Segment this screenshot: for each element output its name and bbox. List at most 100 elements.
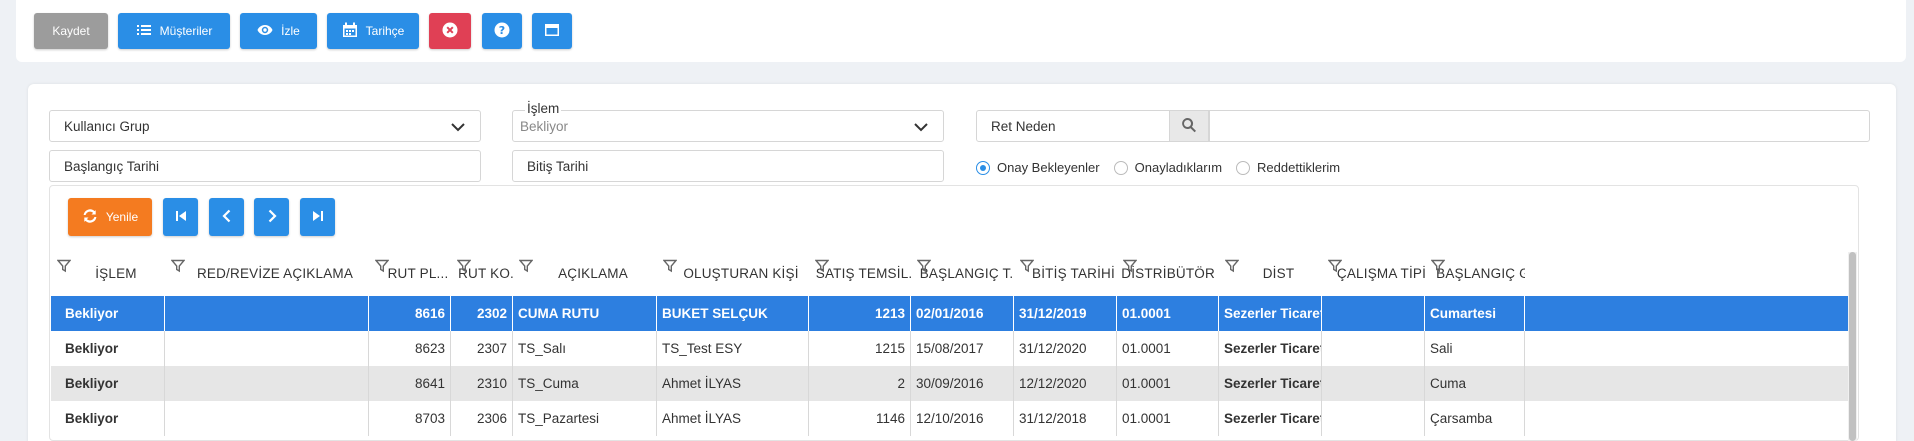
radio-rejected-label: Reddettiklerim: [1257, 160, 1341, 175]
cell-operation: Bekliyor: [51, 331, 165, 366]
column-header-distributor[interactable]: DİSTRİBÜTÖR ...: [1117, 251, 1219, 296]
cell-route-code: 2307: [451, 331, 513, 366]
save-button-label: Kaydet: [52, 24, 90, 38]
help-button[interactable]: ?: [482, 13, 522, 49]
previous-page-button[interactable]: [209, 198, 244, 236]
filter-icon[interactable]: [1327, 259, 1343, 273]
column-header-label: OLUŞTURAN KİŞİ: [683, 266, 799, 281]
operation-select[interactable]: [512, 110, 944, 142]
cell-dist: Sezerler Ticaret: [1219, 296, 1322, 331]
chevron-left-icon: [219, 208, 235, 227]
cell-work-type: [1322, 401, 1425, 436]
filter-icon[interactable]: [814, 259, 830, 273]
cell-start-day: Cuma: [1425, 366, 1525, 401]
customers-button-label: Müşteriler: [159, 24, 213, 38]
list-icon: [136, 22, 152, 41]
table-row[interactable]: Bekliyor 8623 2307 TS_Salı TS_Test ESY 1215 15…: [51, 331, 1851, 366]
column-header-start-date[interactable]: BAŞLANGIÇ T...: [911, 251, 1014, 296]
cell-created-by: Ahmet İLYAS: [657, 401, 809, 436]
cell-start-date: 12/10/2016: [911, 401, 1014, 436]
cell-dist: Sezerler Ticaret: [1219, 331, 1322, 366]
cell-distributor: 01.0001: [1117, 401, 1219, 436]
start-date-field[interactable]: Başlangıç Tarihi: [49, 150, 481, 182]
first-page-icon: [173, 208, 189, 227]
cell-start-date: 15/08/2017: [911, 331, 1014, 366]
save-button[interactable]: Kaydet: [34, 13, 108, 49]
cell-description: TS_Cuma: [513, 366, 657, 401]
cell-end-date: 31/12/2018: [1014, 401, 1117, 436]
cell-created-by: BUKET SELÇUK: [657, 296, 809, 331]
column-header-end-date[interactable]: BİTİŞ TARİHİ: [1014, 251, 1117, 296]
cell-distributor: 01.0001: [1117, 331, 1219, 366]
radio-approved[interactable]: Onayladıklarım: [1113, 160, 1222, 175]
cell-distributor: 01.0001: [1117, 366, 1219, 401]
svg-text:?: ?: [499, 24, 505, 37]
cell-sales-rep: 1146: [809, 401, 911, 436]
filter-icon[interactable]: [170, 259, 186, 273]
table-row[interactable]: Bekliyor 8641 2310 TS_Cuma Ahmet İLYAS 2 30/09…: [51, 366, 1851, 401]
column-header-operation[interactable]: İŞLEM: [51, 251, 165, 296]
window-button[interactable]: [532, 13, 572, 49]
reject-reason-field[interactable]: Ret Neden: [976, 110, 1170, 142]
calendar-icon: [342, 22, 358, 41]
cell-work-type: [1322, 331, 1425, 366]
refresh-button[interactable]: Yenile: [68, 198, 152, 236]
cell-revision-note: [165, 366, 369, 401]
scrollbar-thumb[interactable]: [1849, 252, 1856, 441]
column-header-work-type[interactable]: ÇALIŞMA TİPİ: [1322, 251, 1425, 296]
next-page-button[interactable]: [254, 198, 289, 236]
customers-button[interactable]: Müşteriler: [118, 13, 230, 49]
filter-icon[interactable]: [56, 259, 72, 273]
cell-route-plan: 8641: [369, 366, 451, 401]
filter-icon[interactable]: [518, 259, 534, 273]
user-group-select[interactable]: Kullanıcı Grup: [49, 110, 481, 142]
vertical-scrollbar[interactable]: [1848, 252, 1857, 441]
last-page-icon: [310, 208, 326, 227]
cell-start-date: 02/01/2016: [911, 296, 1014, 331]
filter-icon[interactable]: [1430, 259, 1446, 273]
watch-button[interactable]: İzle: [240, 13, 317, 49]
cancel-button[interactable]: [429, 13, 471, 49]
cell-work-type: [1322, 366, 1425, 401]
column-header-route-code[interactable]: RUT KO...: [451, 251, 513, 296]
reject-reason-input[interactable]: [1209, 110, 1870, 142]
watch-button-label: İzle: [281, 24, 300, 38]
cell-sales-rep: 1215: [809, 331, 911, 366]
end-date-field[interactable]: Bitiş Tarihi: [512, 150, 944, 182]
first-page-button[interactable]: [163, 198, 198, 236]
reject-reason-label: Ret Neden: [991, 118, 1056, 134]
table-header: İŞLEM RED/REVİZE AÇIKLAMA RUT PL...RUT KO.…: [51, 251, 1851, 296]
cell-route-plan: 8703: [369, 401, 451, 436]
cell-created-by: Ahmet İLYAS: [657, 366, 809, 401]
filter-icon[interactable]: [456, 259, 472, 273]
filter-icon[interactable]: [916, 259, 932, 273]
column-header-description[interactable]: AÇIKLAMA: [513, 251, 657, 296]
filter-icon[interactable]: [662, 259, 678, 273]
radio-pending[interactable]: Onay Bekleyenler: [976, 160, 1100, 175]
radio-dot: [1113, 160, 1128, 175]
table-row[interactable]: Bekliyor 8616 2302 CUMA RUTU BUKET SELÇUK 121…: [51, 296, 1851, 331]
refresh-button-label: Yenile: [105, 210, 139, 224]
column-header-dist[interactable]: DİST: [1219, 251, 1322, 296]
last-page-button[interactable]: [300, 198, 335, 236]
filter-icon[interactable]: [1224, 259, 1240, 273]
cell-route-plan: 8616: [369, 296, 451, 331]
table-row[interactable]: Bekliyor 8703 2306 TS_Pazartesi Ahmet İLYAS 1…: [51, 401, 1851, 436]
cell-revision-note: [165, 331, 369, 366]
data-table: İŞLEM RED/REVİZE AÇIKLAMA RUT PL...RUT KO.…: [51, 251, 1851, 441]
filter-icon[interactable]: [374, 259, 390, 273]
cell-end-date: 31/12/2019: [1014, 296, 1117, 331]
filter-icon[interactable]: [1019, 259, 1035, 273]
cell-operation: Bekliyor: [51, 401, 165, 436]
history-button[interactable]: Tarihçe: [327, 13, 419, 49]
eye-icon: [257, 22, 273, 41]
cell-route-code: 2310: [451, 366, 513, 401]
column-header-route-plan[interactable]: RUT PL...: [369, 251, 451, 296]
column-header-sales-rep[interactable]: SATIŞ TEMSİL...: [809, 251, 911, 296]
column-header-created-by[interactable]: OLUŞTURAN KİŞİ: [657, 251, 809, 296]
column-header-revision-note[interactable]: RED/REVİZE AÇIKLAMA: [165, 251, 369, 296]
filter-icon[interactable]: [1122, 259, 1138, 273]
search-button[interactable]: [1169, 110, 1209, 142]
radio-rejected[interactable]: Reddettiklerim: [1236, 160, 1340, 175]
column-header-start-day[interactable]: BAŞLANGIÇ G: [1425, 251, 1525, 296]
